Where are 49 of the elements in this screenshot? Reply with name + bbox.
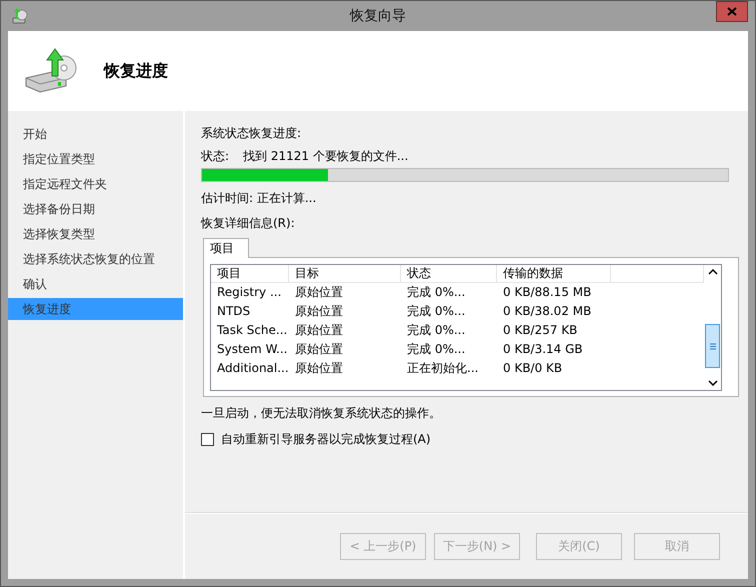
- checkbox-label[interactable]: 自动重新引导服务器以完成恢复过程(A): [221, 430, 431, 448]
- table-cell-text: 正在初始化...: [406, 360, 480, 377]
- table-cell-text: 0 KB/38.02 MB: [502, 303, 592, 320]
- table-cell-text: 原始位置: [294, 341, 344, 358]
- progress-heading: 系统状态恢复进度:: [201, 125, 302, 141]
- step-item[interactable]: 恢复进度: [8, 298, 183, 320]
- status-label: 状态:: [201, 148, 230, 164]
- step-item[interactable]: 选择备份日期: [8, 198, 183, 220]
- table-cell-text: 完成 0%...: [406, 322, 466, 339]
- step-item[interactable]: 确认: [8, 273, 183, 295]
- table-cell-text: 原始位置: [294, 303, 344, 320]
- status-text: 找到 21121 个要恢复的文件...: [243, 148, 408, 164]
- step-item[interactable]: 指定位置类型: [8, 148, 183, 170]
- table-cell-text: 0 KB/0 KB: [502, 360, 564, 377]
- estimate-text: 估计时间: 正在计算...: [201, 190, 318, 206]
- column-header[interactable]: 状态: [401, 265, 497, 283]
- step-item[interactable]: 选择系统状态恢复的位置: [8, 248, 183, 270]
- table-cell-text: 原始位置: [294, 322, 344, 339]
- tab[interactable]: 项目: [203, 238, 249, 258]
- table-cell-text: 完成 0%...: [406, 341, 466, 358]
- step-item[interactable]: 指定远程文件夹: [8, 173, 183, 195]
- step-item[interactable]: 开始: [8, 123, 183, 145]
- scroll-down-icon[interactable]: [708, 380, 718, 386]
- table-cell-text: Additional...: [216, 360, 289, 377]
- close-button[interactable]: [716, 1, 748, 22]
- column-header[interactable]: 目标: [289, 265, 401, 283]
- close-icon: [727, 7, 737, 16]
- column-header[interactable]: 传输的数据: [497, 265, 611, 283]
- checkbox[interactable]: [201, 432, 214, 446]
- table-cell-text: Registry ...: [216, 284, 282, 301]
- table-cell-text: 完成 0%...: [406, 284, 466, 301]
- scroll-up-icon[interactable]: [708, 269, 718, 275]
- table-cell-text: 0 KB/257 KB: [502, 322, 578, 339]
- scroll-thumb[interactable]: [705, 324, 720, 368]
- table-cell-text: 完成 0%...: [406, 303, 466, 320]
- step-item[interactable]: 选择恢复类型: [8, 223, 183, 245]
- table-cell-text: System W...: [216, 341, 288, 358]
- details-label: 恢复详细信息(R):: [201, 215, 296, 231]
- page-title: 恢复进度: [104, 60, 168, 82]
- table-cell-text: 原始位置: [294, 360, 344, 377]
- backup-icon: [11, 7, 29, 25]
- warning-text: 一旦启动，便无法取消恢复系统状态的操作。: [201, 405, 442, 421]
- table-cell-text: 原始位置: [294, 284, 344, 301]
- table-cell-text: 0 KB/88.15 MB: [502, 284, 592, 301]
- table-cell-text: NTDS: [216, 303, 252, 320]
- table-cell-text: Task Sche...: [216, 322, 288, 339]
- table-cell-text: 0 KB/3.14 GB: [502, 341, 584, 358]
- column-header[interactable]: 项目: [211, 265, 289, 283]
- window-title: 恢复向导: [350, 7, 406, 25]
